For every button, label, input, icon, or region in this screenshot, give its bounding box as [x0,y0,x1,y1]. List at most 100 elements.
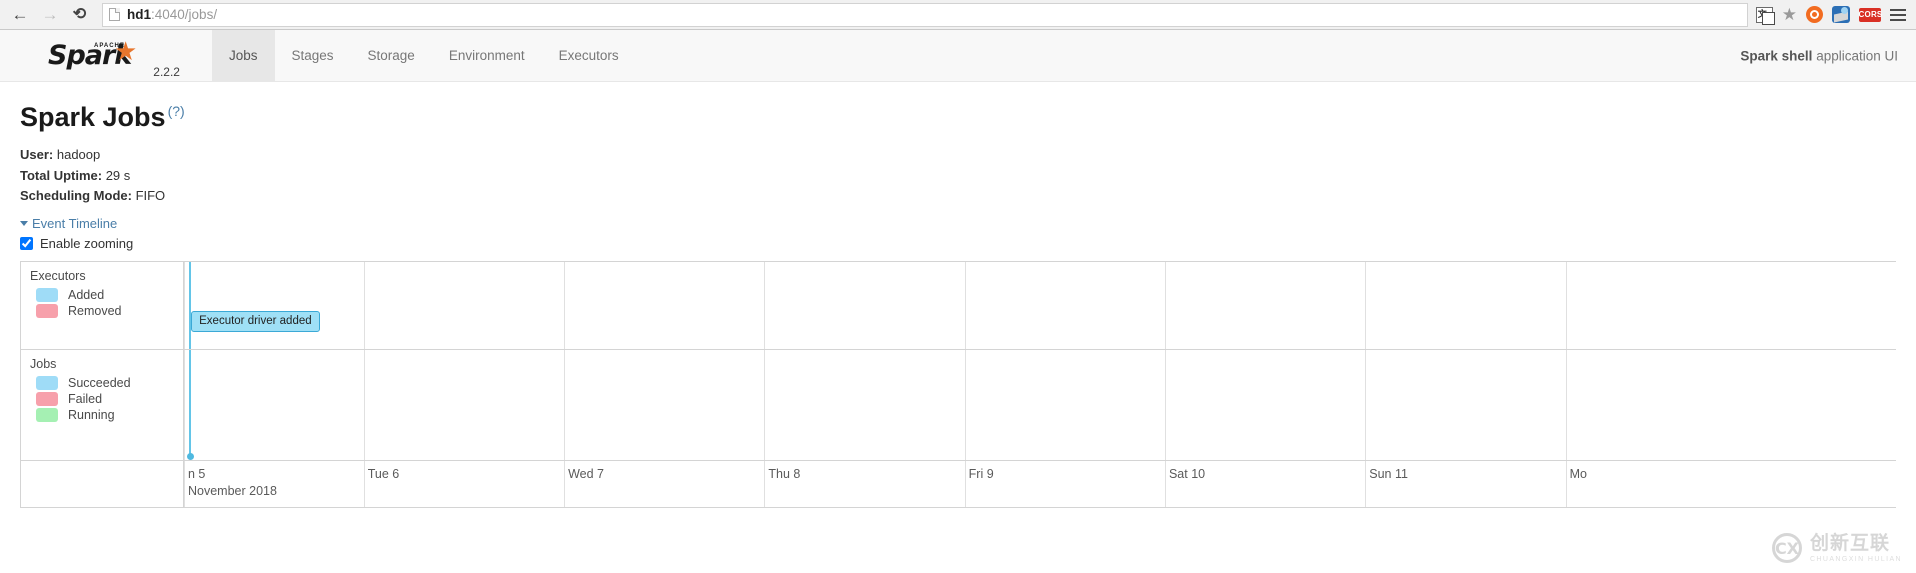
timeline-jobs-row: Jobs Succeeded Failed Running [21,349,1896,460]
timeline-axis-label: n 5 [188,466,206,481]
legend-label-added: Added [68,287,105,302]
meta-user: User: hadoop [20,145,1896,166]
swatch-job-running [36,407,58,422]
spark-star-icon: ★ [113,36,138,66]
spark-nav-items: Jobs Stages Storage Environment Executor… [211,30,636,81]
timeline-gridline-0 [184,261,185,349]
spark-navbar: APACHE Spark ★ 2.2.2 Jobs Stages Storage… [0,30,1916,82]
legend-item-job-failed: Failed [36,391,183,406]
legend-label-running: Running [68,407,115,422]
timeline-executors-row: Executors Added Removed Executor driver … [21,261,1896,349]
timeline-axis-label: Fri 9 [968,466,994,481]
nav-tab-stages[interactable]: Stages [275,30,351,81]
reload-button[interactable]: ⟳ [66,2,94,28]
back-button[interactable]: ← [6,2,34,28]
nav-tab-jobs[interactable]: Jobs [211,30,275,81]
forward-button[interactable]: → [36,2,64,28]
application-ui-suffix: application UI [1812,48,1898,63]
page-title-text: Spark Jobs [20,102,166,132]
legend-label-failed: Failed [68,391,103,406]
legend-group-executors: Executors [30,268,86,283]
browser-extension-icons: 文 ★ CORS [1755,6,1910,25]
timeline-gridline-7 [1565,261,1567,349]
nav-tab-executors[interactable]: Executors [542,30,636,81]
meta-uptime: Total Uptime: 29 s [20,166,1896,187]
timeline-gridline-0 [184,349,185,460]
reload-icon: ⟳ [73,5,87,23]
swatch-job-failed [36,391,58,406]
timeline-gridline-7 [1565,349,1567,460]
watermark-text: 创新互联 CHUANGXIN HULIAN [1809,531,1902,563]
timeline-axis-label: Sun 11 [1369,466,1408,481]
timeline-gridline-6 [1365,349,1367,460]
timeline-gridline-1 [363,261,365,349]
timeline-axis-row: n 5 November 2018 Tue 6 Wed 7 Thu 8 Fri 9 Sat … [21,460,1896,507]
page-content: Spark Jobs (?) User: hadoop Total Uptime:… [0,104,1916,508]
cors-extension-badge[interactable]: CORS [1859,7,1882,22]
legend-group-jobs: Jobs [30,356,57,371]
timeline-event-line [189,349,192,456]
bookmark-star-icon[interactable]: ★ [1782,6,1797,23]
timeline-gridline-3 [764,349,766,460]
translate-icon[interactable]: 文 [1755,6,1775,25]
url-host: hd1 [127,7,152,22]
meta-user-label: User: [20,147,54,162]
extension-orange-icon[interactable] [1806,6,1823,23]
meta-scheduling-label: Scheduling Mode: [20,188,132,203]
page-title: Spark Jobs (?) [20,104,1896,131]
timeline-axis-legend-spacer [21,460,184,507]
timeline-jobs-canvas[interactable] [184,349,1896,460]
legend-item-executor-added: Added [36,287,183,302]
hamburger-menu-icon[interactable] [1890,8,1906,21]
timeline-gridline-3 [764,261,766,349]
timeline-axis-label: Mo [1569,466,1587,481]
timeline-axis-label: Tue 6 [367,466,400,481]
page-help-link[interactable]: (?) [168,103,185,119]
spark-logo: APACHE Spark ★ [48,38,137,69]
swatch-executor-added [36,287,58,302]
enable-zooming-checkbox[interactable] [20,236,33,250]
application-ui-label: Spark shell application UI [1740,48,1898,63]
extension-blue-icon[interactable] [1832,6,1850,23]
timeline-event-line [189,261,192,349]
timeline-executors-legend: Executors Added Removed [21,261,184,349]
legend-label-removed: Removed [68,303,122,318]
nav-tab-storage[interactable]: Storage [351,30,432,81]
timeline-gridline-1 [363,349,365,460]
watermark-chinese: 创新互联 [1809,531,1890,554]
timeline-gridline-2 [564,349,566,460]
application-name: Spark shell [1740,48,1813,63]
enable-zooming-label: Enable zooming [40,235,134,251]
event-timeline-chart[interactable]: Executors Added Removed Executor driver … [20,260,1896,508]
browser-nav-buttons: ← → ⟳ [6,2,94,28]
browser-toolbar: ← → ⟳ hd1:4040/jobs/ 文 ★ CORS [0,0,1916,30]
spark-logo-link[interactable]: APACHE Spark ★ 2.2.2 [0,30,194,81]
url-text: hd1:4040/jobs/ [127,7,217,22]
translate-glyph: 文 [1757,8,1767,19]
page-info-icon[interactable] [109,8,120,21]
swatch-executor-removed [36,303,58,318]
meta-scheduling-mode: Scheduling Mode: FIFO [20,186,1896,207]
timeline-jobs-legend: Jobs Succeeded Failed Running [21,349,184,460]
legend-item-executor-removed: Removed [36,303,183,318]
timeline-axis-label: Wed 7 [568,466,604,481]
event-timeline-toggle[interactable]: Event Timeline [20,216,117,231]
timeline-event-dot [187,452,195,460]
timeline-event-executor-driver-added[interactable]: Executor driver added [191,310,320,332]
swatch-job-succeeded [36,375,58,390]
url-bar[interactable]: hd1:4040/jobs/ [102,2,1748,27]
timeline-gridline-6 [1365,261,1367,349]
timeline-axis-sublabel: November 2018 [188,483,277,498]
nav-tab-environment[interactable]: Environment [432,30,542,81]
meta-scheduling-value: FIFO [131,188,166,203]
meta-uptime-value: 29 s [102,167,131,183]
meta-user-value: hadoop [53,147,101,162]
timeline-axis-label: Sat 10 [1168,466,1206,481]
event-timeline-label: Event Timeline [32,215,118,231]
watermark: CX 创新互联 CHUANGXIN HULIAN [1771,531,1902,563]
chevron-down-icon [20,220,28,226]
legend-item-job-running: Running [36,407,183,422]
timeline-gridline-5 [1164,349,1166,460]
timeline-executors-canvas[interactable]: Executor driver added [184,261,1896,349]
url-path: :4040/jobs/ [151,7,218,22]
